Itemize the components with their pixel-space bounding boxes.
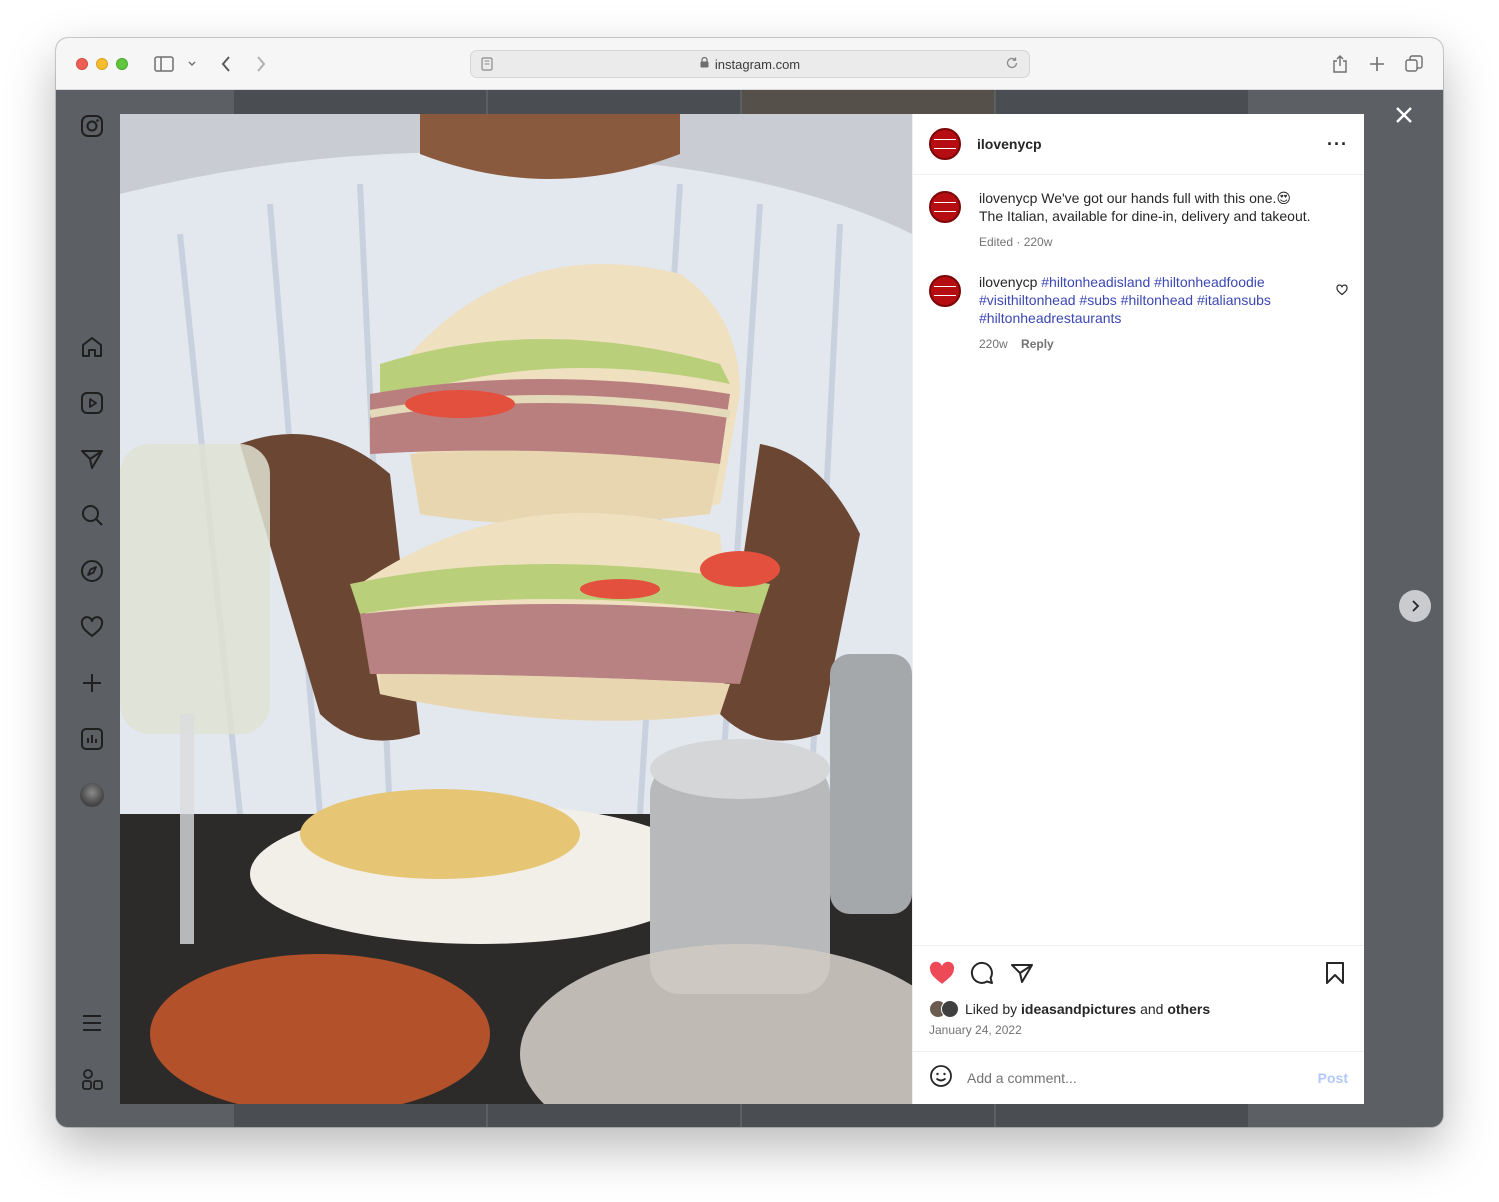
direct-icon[interactable] bbox=[80, 447, 104, 471]
new-tab-icon[interactable] bbox=[1365, 52, 1389, 76]
post-modal: ilovenycp ··· ilovenycp We've got our ha… bbox=[120, 114, 1364, 1104]
also-from-meta-icon[interactable] bbox=[80, 1067, 104, 1091]
hashtag-link[interactable]: #italiansubs bbox=[1197, 292, 1271, 308]
next-post-button[interactable] bbox=[1399, 590, 1431, 622]
tab-overview-icon[interactable] bbox=[1402, 52, 1426, 76]
author-avatar[interactable] bbox=[929, 191, 961, 223]
share-icon[interactable] bbox=[1328, 52, 1352, 76]
notifications-icon[interactable] bbox=[80, 615, 104, 639]
lock-icon bbox=[700, 56, 709, 71]
reply-button[interactable]: Reply bbox=[1021, 337, 1054, 351]
close-window-button[interactable] bbox=[76, 58, 88, 70]
save-bookmark-icon[interactable] bbox=[1322, 960, 1348, 986]
post-header: ilovenycp ··· bbox=[913, 114, 1364, 175]
hashtag-link[interactable]: #hiltonheadrestaurants bbox=[979, 310, 1121, 326]
background-grid-tile bbox=[742, 1104, 994, 1127]
browser-window: instagram.com ilovenycp ··· ilovenycp We… bbox=[56, 38, 1443, 1127]
background-grid-tile bbox=[234, 90, 486, 114]
post-comment-button[interactable]: Post bbox=[1318, 1070, 1348, 1086]
profile-avatar[interactable] bbox=[80, 783, 104, 807]
hashtag-link[interactable]: #visithiltonhead bbox=[979, 292, 1076, 308]
background-grid-tile bbox=[234, 1104, 486, 1127]
author-avatar[interactable] bbox=[929, 275, 961, 307]
home-icon[interactable] bbox=[80, 335, 104, 359]
add-comment-bar: Add a comment... Post bbox=[913, 1051, 1364, 1104]
browser-toolbar: instagram.com bbox=[56, 38, 1443, 90]
comment-input[interactable]: Add a comment... bbox=[967, 1070, 1318, 1086]
liked-heart-icon[interactable] bbox=[929, 960, 955, 986]
heart-eyes-emoji: 😍 bbox=[1276, 190, 1291, 206]
hashtag-link[interactable]: #hiltonheadisland bbox=[1041, 274, 1150, 290]
url-text: instagram.com bbox=[714, 56, 801, 72]
emoji-icon[interactable] bbox=[929, 1064, 953, 1093]
instagram-sidebar bbox=[56, 90, 128, 1127]
more-menu-icon[interactable] bbox=[80, 1011, 104, 1035]
caption-text-line2: The Italian, available for dine-in, deli… bbox=[979, 208, 1311, 224]
comments-list: ilovenycp We've got our hands full with … bbox=[913, 175, 1364, 389]
author-username[interactable]: ilovenycp bbox=[977, 136, 1042, 152]
address-bar[interactable]: instagram.com bbox=[470, 50, 1030, 78]
post-image bbox=[120, 114, 912, 1104]
author-avatar[interactable] bbox=[929, 128, 961, 160]
more-options-icon[interactable]: ··· bbox=[1327, 134, 1348, 155]
caption-comment: ilovenycp We've got our hands full with … bbox=[929, 189, 1348, 251]
chevron-down-icon[interactable] bbox=[180, 52, 204, 76]
forward-button[interactable] bbox=[249, 52, 273, 76]
hashtag-link[interactable]: #hiltonhead bbox=[1121, 292, 1193, 308]
comment-username[interactable]: ilovenycp bbox=[979, 274, 1037, 290]
back-button[interactable] bbox=[214, 52, 238, 76]
close-modal-button[interactable] bbox=[1395, 106, 1413, 129]
page-content: ilovenycp ··· ilovenycp We've got our ha… bbox=[56, 90, 1443, 1127]
background-grid-tile bbox=[996, 1104, 1248, 1127]
comment-time: 220w bbox=[979, 337, 1008, 351]
minimize-window-button[interactable] bbox=[96, 58, 108, 70]
liked-by-summary: Liked by ideasandpictures and others bbox=[929, 1000, 1210, 1018]
comment-icon[interactable] bbox=[969, 960, 995, 986]
share-post-icon[interactable] bbox=[1009, 960, 1035, 986]
reels-icon[interactable] bbox=[80, 391, 104, 415]
hashtag-link[interactable]: #hiltonheadfoodie bbox=[1154, 274, 1265, 290]
caption-text-line1: We've got our hands full with this one. bbox=[1041, 190, 1277, 206]
zoom-window-button[interactable] bbox=[116, 58, 128, 70]
search-icon[interactable] bbox=[80, 503, 104, 527]
liked-by-conjunction: and bbox=[1140, 1001, 1164, 1017]
likes-others-link[interactable]: others bbox=[1167, 1001, 1210, 1017]
background-grid-tile bbox=[488, 1104, 740, 1127]
hashtag-comment: ilovenycp #hiltonheadisland #hiltonheadf… bbox=[929, 273, 1348, 353]
create-icon[interactable] bbox=[80, 671, 104, 695]
background-grid-tile bbox=[488, 90, 740, 114]
hashtag-link[interactable]: #subs bbox=[1079, 292, 1116, 308]
liker-avatar bbox=[941, 1000, 959, 1018]
dashboard-icon[interactable] bbox=[80, 727, 104, 751]
explore-icon[interactable] bbox=[80, 559, 104, 583]
sidebar-toggle-icon[interactable] bbox=[152, 52, 176, 76]
post-details-panel: ilovenycp ··· ilovenycp We've got our ha… bbox=[912, 114, 1364, 1104]
page-icon bbox=[481, 57, 493, 74]
comment-username[interactable]: ilovenycp bbox=[979, 190, 1037, 206]
caption-meta: Edited · 220w bbox=[979, 235, 1053, 249]
liked-by-prefix: Liked by bbox=[965, 1001, 1018, 1017]
background-grid-tile bbox=[996, 90, 1248, 114]
reload-icon[interactable] bbox=[1005, 56, 1019, 73]
instagram-logo-icon[interactable] bbox=[80, 114, 104, 138]
liker-username[interactable]: ideasandpictures bbox=[1021, 1001, 1136, 1017]
like-comment-icon[interactable] bbox=[1336, 283, 1348, 301]
post-actions: Liked by ideasandpictures and others Jan… bbox=[913, 945, 1364, 1051]
background-grid-tile bbox=[742, 90, 994, 114]
post-date: January 24, 2022 bbox=[929, 1023, 1022, 1037]
sandwich-photo-illustration bbox=[120, 114, 912, 1104]
